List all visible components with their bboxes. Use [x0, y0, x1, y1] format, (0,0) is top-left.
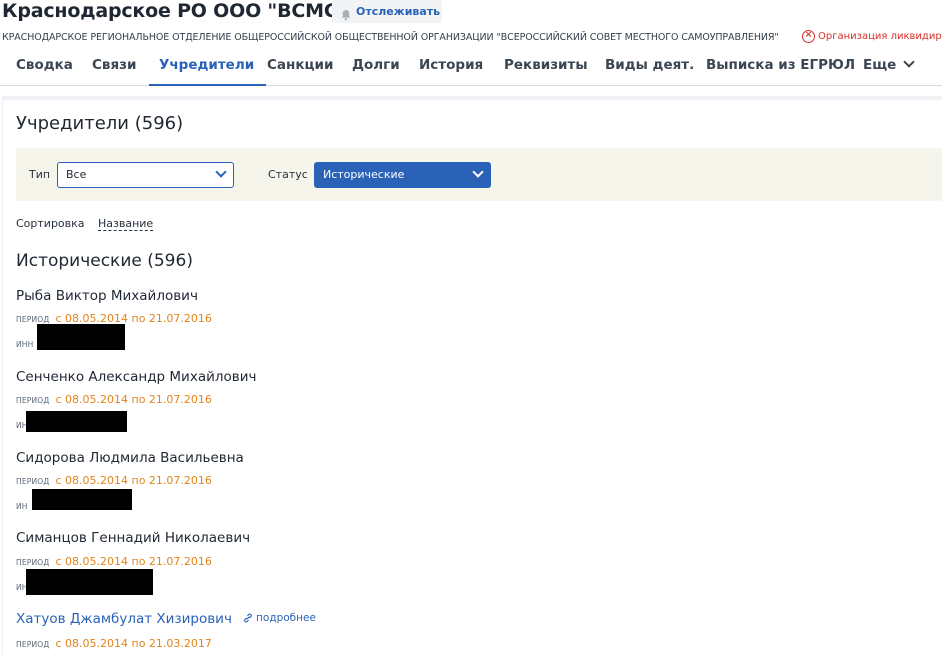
- follow-label: Отслеживать: [356, 5, 441, 18]
- chevron-down-icon: [215, 166, 227, 178]
- tab-sanctions[interactable]: Санкции: [267, 50, 333, 86]
- period-key: период: [16, 396, 50, 405]
- bell-icon: [340, 6, 352, 20]
- period-value: с 08.05.2014 по 21.07.2016: [55, 393, 212, 406]
- period-value: с 08.05.2014 по 21.03.2017: [55, 637, 212, 650]
- tab-more-label: Еще: [863, 57, 897, 73]
- list-item: Рыба Виктор Михайлович период с 08.05.201…: [16, 285, 616, 350]
- founder-name: Сенченко Александр Михайлович: [16, 369, 257, 385]
- tab-activities[interactable]: Виды деят.: [605, 50, 694, 86]
- period-key: период: [16, 558, 50, 567]
- sort-label: Сортировка: [16, 217, 85, 230]
- redaction-box: [26, 569, 153, 595]
- type-filter-label: Тип: [29, 168, 51, 181]
- redaction-box: [26, 411, 127, 432]
- sort-by-name-link[interactable]: Название: [98, 217, 154, 231]
- type-select-value: Все: [66, 168, 87, 181]
- founder-name: Сидорова Людмила Васильевна: [16, 450, 244, 466]
- company-full-name: КРАСНОДАРСКОЕ РЕГИОНАЛЬНОЕ ОТДЕЛЕНИЕ ОБЩ…: [2, 32, 779, 43]
- chevron-down-icon: [472, 166, 484, 178]
- chevron-down-icon: [903, 56, 915, 68]
- tab-more[interactable]: Еще: [863, 50, 915, 86]
- tab-history[interactable]: История: [419, 50, 483, 86]
- status-text: Организация ликвидирова: [818, 31, 942, 42]
- period-key: период: [16, 315, 50, 324]
- status-filter-label: Статус: [268, 168, 308, 181]
- follow-button[interactable]: Отслеживать: [332, 0, 442, 23]
- redaction-box: [32, 489, 132, 510]
- list-item: Сенченко Александр Михайлович период с 08…: [16, 366, 616, 432]
- company-title: Краснодарское РО ООО "ВСМС": [2, 0, 348, 22]
- filter-bar: Тип Все Статус Исторические: [16, 148, 942, 201]
- status-select-value: Исторические: [323, 168, 405, 181]
- close-circle-icon: ×: [802, 30, 815, 43]
- tab-debts[interactable]: Долги: [352, 50, 400, 86]
- group-title: Исторические (596): [16, 251, 193, 271]
- redaction-box: [37, 324, 125, 350]
- status-badge: × Организация ликвидирова: [802, 30, 942, 43]
- period-value: с 08.05.2014 по 21.07.2016: [55, 555, 212, 568]
- inn-key: ИНН: [16, 340, 34, 349]
- period-key: период: [16, 477, 50, 486]
- link-icon: [244, 613, 252, 623]
- inn-key: ИН: [16, 502, 28, 511]
- tab-links[interactable]: Связи: [92, 50, 136, 86]
- tab-summary[interactable]: Сводка: [16, 50, 73, 86]
- founder-name-link[interactable]: Хатуов Джамбулат Хизирович: [16, 610, 232, 628]
- list-item: Симанцов Геннадий Николаевич период с 08.…: [16, 527, 616, 595]
- tab-bar: Сводка Связи Учредители Санкции Долги Ис…: [0, 50, 942, 86]
- more-details-link[interactable]: подробнее: [243, 612, 316, 624]
- founder-name: Симанцов Геннадий Николаевич: [16, 530, 251, 546]
- list-item: Сидорова Людмила Васильевна период с 08.0…: [16, 447, 616, 511]
- list-item: Хатуов Джамбулат Хизирович подробнее пер…: [16, 608, 616, 650]
- status-select[interactable]: Исторические: [314, 162, 491, 188]
- more-details-label: подробнее: [256, 612, 316, 624]
- tab-egrul-extract[interactable]: Выписка из ЕГРЮЛ: [706, 50, 855, 86]
- period-key: период: [16, 640, 50, 649]
- page-title: Учредители (596): [16, 113, 184, 134]
- tab-founders[interactable]: Учредители: [148, 50, 267, 86]
- period-value: с 08.05.2014 по 21.07.2016: [55, 474, 212, 487]
- tab-requisites[interactable]: Реквизиты: [504, 50, 588, 86]
- founder-name: Рыба Виктор Михайлович: [16, 288, 198, 304]
- type-select[interactable]: Все: [57, 162, 234, 188]
